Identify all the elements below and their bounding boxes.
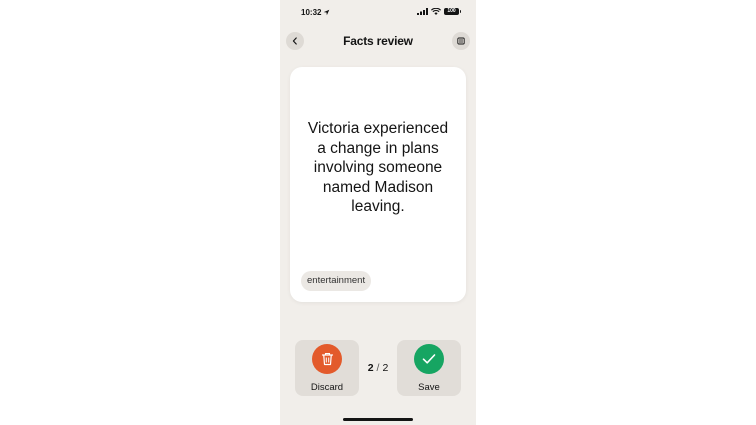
checkmark-icon bbox=[422, 354, 436, 364]
list-icon bbox=[457, 37, 465, 45]
status-indicators: 100 bbox=[417, 8, 461, 15]
menu-button[interactable] bbox=[452, 32, 470, 50]
save-circle bbox=[414, 344, 444, 374]
pager-separator: / bbox=[376, 362, 380, 374]
status-time: 10:32 bbox=[301, 8, 322, 17]
pager-current: 2 bbox=[367, 362, 374, 374]
phone-screen: 10:32 100 Facts review Victoria experien… bbox=[280, 0, 476, 425]
signal-icon bbox=[417, 8, 428, 15]
pager: 2/2 bbox=[359, 362, 397, 374]
status-bar: 10:32 100 bbox=[280, 0, 476, 26]
discard-button[interactable]: Discard bbox=[295, 340, 359, 396]
save-button[interactable]: Save bbox=[397, 340, 461, 396]
save-label: Save bbox=[418, 382, 440, 393]
trash-icon bbox=[321, 353, 333, 366]
location-arrow-icon bbox=[323, 9, 330, 16]
home-indicator bbox=[343, 418, 413, 421]
page-title: Facts review bbox=[343, 34, 413, 48]
fact-card[interactable]: Victoria experienced a change in plans i… bbox=[290, 67, 466, 302]
tag-chip: entertainment bbox=[301, 271, 372, 291]
pager-total: 2 bbox=[382, 362, 389, 374]
wifi-icon bbox=[431, 8, 441, 15]
discard-circle bbox=[312, 344, 342, 374]
battery-icon: 100 bbox=[444, 8, 461, 15]
status-time-group: 10:32 bbox=[301, 8, 330, 17]
discard-label: Discard bbox=[310, 382, 344, 393]
fact-text: Victoria experienced a change in plans i… bbox=[307, 120, 449, 215]
header: Facts review bbox=[280, 28, 476, 54]
